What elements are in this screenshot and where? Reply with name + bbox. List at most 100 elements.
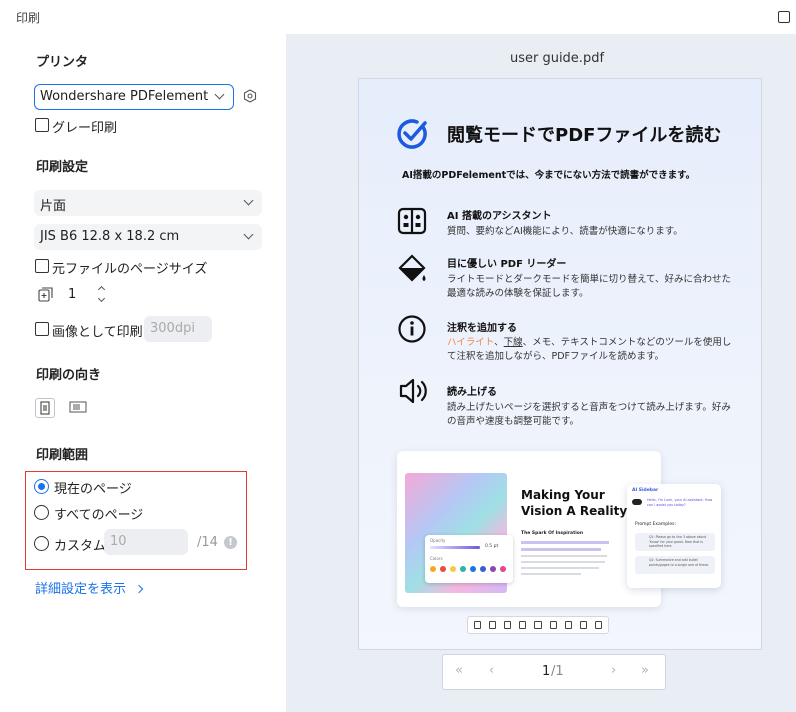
feature-text: ハイライト、下線、メモ、テキストコメントなどのツールを使用して注釈を追加しながら…	[447, 336, 732, 364]
opacity-label: Opacity	[430, 538, 446, 543]
colors-label: Colors	[430, 556, 443, 561]
title-bar: 印刷	[0, 0, 796, 34]
grayscale-label: グレー印刷	[52, 121, 118, 136]
dpi-select[interactable]: 300dpi	[144, 316, 212, 342]
feature-text: ライトモードとダークモードを簡単に切り替えて、好みに合わせた最適な読みの体験を保…	[447, 274, 732, 299]
range-section-label: 印刷範囲	[36, 448, 89, 463]
separator-text: 、	[494, 337, 504, 348]
ai-greeting: Hello, I'm Lumi, your AI assistant. How …	[647, 498, 713, 507]
mockup-heading-line1: Making Your	[521, 488, 605, 502]
portrait-icon	[40, 401, 50, 415]
chevron-down-icon	[243, 195, 254, 206]
color-swatch	[480, 566, 486, 572]
feature-title: 注釈を追加する	[447, 323, 517, 334]
sides-select-value: 片面	[40, 199, 67, 214]
page-subtitle: AI搭載のPDFelementでは、今までにない方法で読書ができます。	[402, 170, 696, 181]
toolbar-tool-icon	[579, 621, 587, 629]
advanced-settings-label: 詳細設定を表示	[35, 582, 127, 597]
mockup-toolbar	[467, 616, 609, 634]
highlight-word: ハイライト	[447, 337, 495, 348]
prev-page-icon[interactable]: ‹	[489, 663, 494, 678]
all-pages-radio[interactable]	[34, 505, 49, 520]
copies-value: 1	[68, 287, 77, 302]
prompt-text: Q2: Summarize and add bullet points/page…	[649, 558, 710, 567]
prompt-text: Q1: Please go to line 3 above about 'Kno…	[649, 535, 706, 548]
last-page-icon[interactable]: »	[641, 663, 649, 678]
color-swatch	[460, 566, 466, 572]
sides-select[interactable]: 片面	[34, 190, 262, 216]
prompt-label: Prompt Examples:	[635, 522, 676, 527]
toolbar-tool-icon	[519, 621, 527, 629]
current-page-label: 現在のページ	[54, 482, 132, 497]
page-total: /14	[197, 535, 218, 550]
app-mockup: Opacity 0.5 pt Colors Making Your Vision…	[397, 451, 661, 607]
info-icon[interactable]: !	[224, 536, 237, 549]
maximize-icon[interactable]	[778, 11, 790, 23]
print-dialog: 印刷 プリンタ Wondershare PDFelement グレー印刷 印刷設…	[0, 0, 796, 712]
landscape-button[interactable]	[67, 398, 89, 416]
stepper-up-icon[interactable]	[97, 285, 106, 294]
preview-panel: user guide.pdf 閲覧モードでPDFファイルを読む AI搭載のPDF…	[286, 34, 796, 712]
advanced-settings-link[interactable]: 詳細設定を表示	[35, 578, 144, 597]
all-pages-label: すべてのページ	[54, 508, 144, 523]
chevron-down-icon	[243, 229, 254, 240]
chevron-right-icon	[134, 584, 144, 594]
custom-range-value: 10	[110, 534, 127, 549]
mockup-heading: Making Your Vision A Reality	[521, 487, 627, 519]
paper-size-select[interactable]: JIS B6 12.8 x 18.2 cm	[34, 224, 262, 250]
stepper-down-icon[interactable]	[97, 294, 106, 303]
ai-sidebar-card: AI Sidebar Hello, I'm Lumi, your AI assi…	[627, 484, 721, 588]
opacity-slider	[430, 546, 480, 549]
printer-properties-icon[interactable]	[243, 89, 257, 103]
window-title: 印刷	[16, 11, 41, 25]
color-swatch	[430, 566, 436, 572]
color-swatch	[470, 566, 476, 572]
mockup-subheading: The Spark Of Inspiration	[521, 531, 584, 536]
chevron-down-icon	[214, 89, 225, 100]
grayscale-checkbox[interactable]	[35, 118, 49, 132]
prompt-card: Q2: Summarize and add bullet points/page…	[635, 556, 715, 574]
feature-text: 質問、要約などAI機能により、読書が快適になります。	[447, 226, 683, 237]
feature-title: 目に優しい PDF リーダー	[447, 259, 567, 270]
page-navigator: « ‹ 1 /1 › »	[442, 654, 666, 690]
print-as-image-checkbox[interactable]	[35, 322, 49, 336]
custom-range-input[interactable]: 10	[104, 529, 188, 555]
color-swatch	[490, 566, 496, 572]
preview-filename: user guide.pdf	[509, 51, 605, 66]
page-title: 閲覧モードでPDFファイルを読む	[447, 125, 722, 146]
check-circle-icon	[397, 119, 427, 149]
paint-bucket-icon	[398, 254, 426, 282]
underline-word: 下線	[503, 337, 523, 348]
color-swatch	[450, 566, 456, 572]
print-settings-section-label: 印刷設定	[36, 160, 89, 175]
feature-title: AI 搭載のアシスタント	[447, 211, 552, 222]
print-as-image-label: 画像として印刷	[52, 325, 143, 340]
copies-stepper[interactable]: 1	[64, 284, 114, 306]
printer-section-label: プリンタ	[36, 55, 89, 70]
ai-assistant-icon	[397, 207, 427, 235]
orientation-section-label: 印刷の向き	[36, 368, 102, 383]
mockup-color-popover: Opacity 0.5 pt Colors	[425, 535, 513, 583]
prompt-card: Q1: Please go to line 3 above about 'Kno…	[635, 533, 715, 551]
printer-select-value: Wondershare PDFelement	[40, 89, 209, 104]
size-value: 0.5 pt	[485, 544, 499, 549]
printer-select[interactable]: Wondershare PDFelement	[34, 84, 234, 110]
toolbar-tool-icon	[489, 621, 497, 629]
current-page-radio[interactable]	[34, 479, 49, 494]
toolbar-tool-icon	[474, 621, 482, 629]
mockup-body-lines	[521, 541, 611, 575]
mockup-heading-line2: Vision A Reality	[521, 504, 628, 518]
toolbar-tool-icon	[534, 621, 542, 629]
speaker-icon	[399, 378, 427, 404]
custom-range-radio[interactable]	[34, 536, 49, 551]
feature-text: 読み上げたいページを選択すると音声をつけて読み上げます。好みの音声や速度も調整可…	[447, 402, 731, 427]
first-page-icon[interactable]: «	[455, 663, 463, 678]
next-page-icon[interactable]: ›	[611, 663, 616, 678]
current-page-input[interactable]: 1	[542, 664, 550, 679]
color-swatch	[500, 566, 506, 572]
original-size-checkbox[interactable]	[35, 259, 49, 273]
info-icon	[398, 315, 426, 343]
copies-icon	[38, 287, 53, 302]
ai-bot-icon	[632, 499, 642, 505]
portrait-button[interactable]	[35, 398, 55, 418]
